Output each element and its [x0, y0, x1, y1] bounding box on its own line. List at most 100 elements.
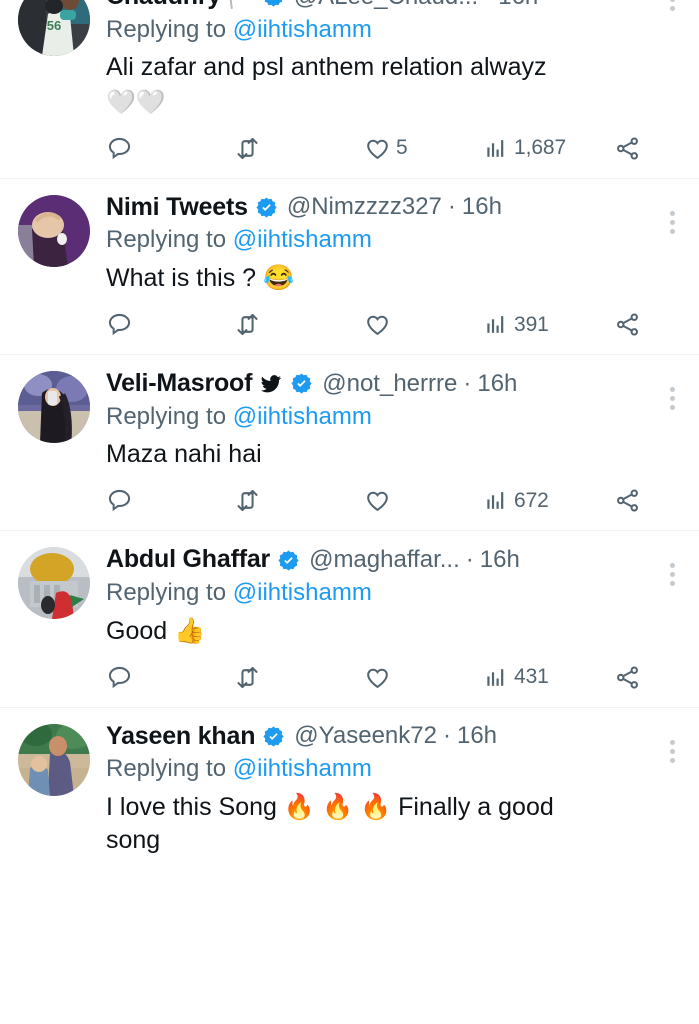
action-bar: 431 [106, 664, 651, 691]
share-button[interactable] [614, 311, 641, 338]
views-button[interactable]: 672 [484, 488, 614, 513]
tweet-body: Nimi Tweets @Nimzzzz327 · 16h Replying t… [106, 193, 681, 348]
timestamp[interactable]: 16h [457, 722, 497, 750]
like-button[interactable] [364, 311, 484, 338]
replying-to-line: Replying to @iihtishamm [106, 578, 677, 609]
more-options-icon[interactable] [666, 736, 679, 767]
share-button[interactable] [614, 487, 641, 514]
more-dot [670, 0, 675, 2]
like-button[interactable] [364, 664, 484, 691]
like-button[interactable] [364, 487, 484, 514]
share-button[interactable] [614, 664, 641, 691]
replying-to-label: Replying to [106, 402, 227, 430]
like-button[interactable]: 5 [364, 135, 484, 162]
more-dot [670, 405, 675, 411]
timestamp[interactable]: 16h [462, 193, 502, 221]
tweet-text-line-1: Ali zafar and psl anthem relation alwayz [106, 53, 547, 82]
retweet-icon [237, 137, 258, 159]
tweet-text: Good 👍 [106, 616, 206, 645]
avatar[interactable] [18, 723, 90, 796]
verified-badge-icon [262, 0, 285, 8]
timestamp[interactable]: 16h [498, 0, 538, 11]
more-dot [670, 387, 675, 393]
heart-icon [367, 492, 388, 512]
tweet-item[interactable]: Nimi Tweets @Nimzzzz327 · 16h Replying t… [0, 178, 699, 356]
more-options-icon[interactable] [666, 383, 679, 414]
tweet-text: Ali zafar and psl anthem relation alwayz… [106, 51, 677, 119]
handle[interactable]: @ALee_Chaud... [294, 0, 479, 11]
handle[interactable]: @Nimzzzz327 [287, 193, 442, 221]
separator-dot: · [463, 369, 472, 397]
heart-icon [367, 315, 388, 336]
views-bar-chart-icon [487, 140, 504, 157]
avatar-image-cricket: 56 [18, 0, 90, 56]
more-dot [670, 228, 675, 234]
action-bar: 5 1,687 [106, 135, 651, 162]
tweet-item[interactable]: Abdul Ghaffar @maghaffar... · 16h Replyi… [0, 531, 699, 708]
tweet-item[interactable]: Yaseen khan @Yaseenk72 · 16h Replying to… [0, 707, 699, 863]
retweet-button[interactable] [234, 664, 364, 691]
twitter-bird-icon [259, 372, 283, 396]
reply-button[interactable] [106, 487, 234, 514]
handle[interactable]: @not_herrre [322, 370, 457, 398]
avatar[interactable] [18, 194, 90, 267]
reply-button[interactable] [106, 664, 234, 691]
retweet-button[interactable] [234, 135, 364, 162]
views-button[interactable]: 431 [484, 665, 614, 690]
more-dot [670, 6, 675, 11]
avatar-column [18, 193, 106, 348]
retweet-button[interactable] [234, 311, 364, 338]
replying-to-line: Replying to @iihtishamm [106, 754, 677, 785]
share-button[interactable] [614, 135, 641, 162]
display-name[interactable]: Yaseen khan [106, 722, 255, 752]
tweet-header: Chaudhry 🚩 @ALee_Chaud... · 16h [106, 0, 677, 12]
reply-button[interactable] [106, 311, 234, 338]
replying-to-mention[interactable]: @iihtishamm [233, 226, 372, 253]
replying-to-label: Replying to [106, 15, 227, 43]
more-options-icon[interactable] [666, 207, 679, 238]
more-options-icon[interactable] [666, 0, 679, 15]
replying-to-mention[interactable]: @iihtishamm [233, 579, 372, 606]
tweet-text-line-2: 🤍🤍 [106, 89, 166, 117]
flag-icon: 🚩 [226, 0, 255, 8]
display-name[interactable]: Chaudhry [106, 0, 221, 12]
more-dot [670, 581, 675, 587]
replying-to-mention[interactable]: @iihtishamm [233, 403, 372, 430]
replying-to-label: Replying to [106, 226, 227, 254]
avatar[interactable] [18, 371, 90, 444]
display-name[interactable]: Abdul Ghaffar [106, 545, 270, 575]
handle[interactable]: @Yaseenk72 [294, 722, 437, 750]
reply-thread-feed: 56 Chaudhry 🚩 @ALee_Chaud... · 16h [0, 0, 699, 1006]
timestamp[interactable]: 16h [477, 370, 517, 398]
replying-to-mention[interactable]: @iihtishamm [233, 755, 372, 782]
reply-button[interactable] [106, 135, 234, 162]
heart-icon [367, 139, 388, 159]
avatar-column [18, 722, 106, 857]
display-name[interactable]: Veli-Masroof [106, 369, 252, 399]
avatar-image-man-and-child [18, 723, 90, 796]
separator-dot: · [442, 722, 451, 750]
display-name[interactable]: Nimi Tweets [106, 193, 248, 223]
retweet-icon [237, 490, 258, 512]
reply-icon [108, 137, 131, 160]
tweet-header: Abdul Ghaffar @maghaffar... · 16h [106, 545, 677, 575]
separator-dot: · [447, 193, 456, 221]
handle[interactable]: @maghaffar... [309, 546, 460, 574]
more-options-icon[interactable] [666, 559, 679, 590]
tweet-body: Veli-Masroof @not_herrre · 16h Replying … [106, 369, 681, 524]
avatar-column: 56 [18, 0, 106, 172]
replying-to-mention[interactable]: @iihtishamm [233, 16, 372, 43]
verified-badge-icon [262, 725, 285, 748]
views-count: 391 [514, 312, 549, 336]
views-button[interactable]: 391 [484, 312, 614, 337]
replying-to-line: Replying to @iihtishamm [106, 225, 677, 256]
views-button[interactable]: 1,687 [484, 136, 614, 161]
avatar[interactable]: 56 [18, 0, 90, 56]
avatar-column [18, 545, 106, 700]
tweet-item[interactable]: 56 Chaudhry 🚩 @ALee_Chaud... · 16h [0, 0, 699, 179]
replying-to-label: Replying to [106, 755, 227, 783]
retweet-button[interactable] [234, 487, 364, 514]
avatar[interactable] [18, 547, 90, 620]
tweet-item[interactable]: Veli-Masroof @not_herrre · 16h Replying … [0, 355, 699, 532]
timestamp[interactable]: 16h [480, 546, 520, 574]
